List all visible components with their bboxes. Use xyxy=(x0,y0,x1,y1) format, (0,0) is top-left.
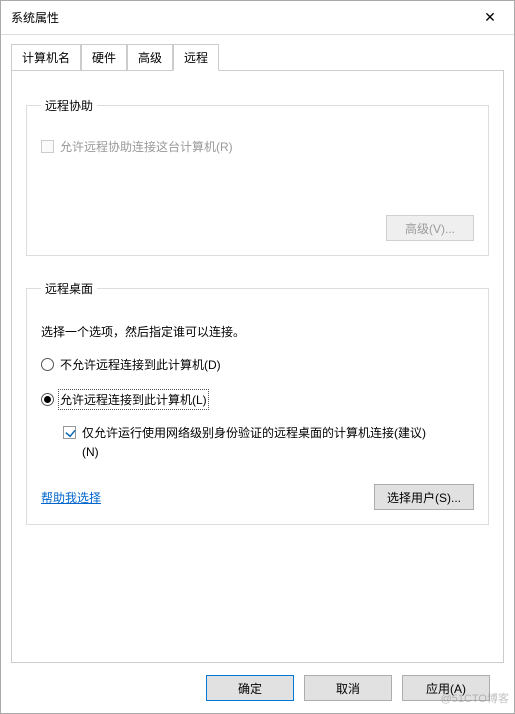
remote-desktop-instruction: 选择一个选项，然后指定谁可以连接。 xyxy=(41,323,474,340)
checkbox-allow-remote-assist-label: 允许远程协助连接这台计算机(R) xyxy=(60,138,233,155)
tab-hardware[interactable]: 硬件 xyxy=(81,44,127,71)
checkbox-icon xyxy=(41,140,54,153)
checkbox-nla[interactable]: 仅允许运行使用网络级别身份验证的远程桌面的计算机连接(建议) (N) xyxy=(63,424,474,462)
link-help-choose[interactable]: 帮助我选择 xyxy=(41,489,101,506)
radio-icon xyxy=(41,358,54,371)
radio-icon xyxy=(41,393,54,406)
group-remote-desktop-legend: 远程桌面 xyxy=(41,280,97,297)
button-cancel[interactable]: 取消 xyxy=(304,675,392,701)
system-properties-window: 系统属性 ✕ 计算机名 硬件 高级 远程 远程协助 允许远程协助连接这台计算机(… xyxy=(0,0,515,714)
client-area: 计算机名 硬件 高级 远程 远程协助 允许远程协助连接这台计算机(R) 高级(V… xyxy=(1,35,514,713)
button-select-users[interactable]: 选择用户(S)... xyxy=(374,484,474,510)
button-apply[interactable]: 应用(A) xyxy=(402,675,490,701)
radio-allow-remote[interactable]: 允许远程连接到此计算机(L) xyxy=(41,391,474,408)
group-remote-assist: 远程协助 允许远程协助连接这台计算机(R) 高级(V)... xyxy=(26,97,489,256)
close-button[interactable]: ✕ xyxy=(468,3,512,33)
checkbox-nla-label: 仅允许运行使用网络级别身份验证的远程桌面的计算机连接(建议) (N) xyxy=(82,424,426,462)
group-remote-desktop: 远程桌面 选择一个选项，然后指定谁可以连接。 不允许远程连接到此计算机(D) 允… xyxy=(26,280,489,525)
button-remote-assist-advanced: 高级(V)... xyxy=(386,215,474,241)
tab-panel-remote: 远程协助 允许远程协助连接这台计算机(R) 高级(V)... 远程桌面 选择一个… xyxy=(11,70,504,663)
titlebar: 系统属性 ✕ xyxy=(1,1,514,35)
checkbox-icon xyxy=(63,426,76,439)
tab-strip: 计算机名 硬件 高级 远程 xyxy=(11,43,504,70)
footer-buttons: 确定 取消 应用(A) xyxy=(11,663,504,713)
radio-disallow-remote[interactable]: 不允许远程连接到此计算机(D) xyxy=(41,356,474,373)
close-icon: ✕ xyxy=(484,9,496,26)
radio-allow-remote-label: 允许远程连接到此计算机(L) xyxy=(60,391,207,408)
tab-remote[interactable]: 远程 xyxy=(173,44,219,71)
group-remote-assist-legend: 远程协助 xyxy=(41,97,97,114)
radio-disallow-remote-label: 不允许远程连接到此计算机(D) xyxy=(60,356,221,373)
tab-computer-name[interactable]: 计算机名 xyxy=(11,44,81,71)
window-title: 系统属性 xyxy=(11,9,59,26)
tab-advanced[interactable]: 高级 xyxy=(127,44,173,71)
checkbox-allow-remote-assist: 允许远程协助连接这台计算机(R) xyxy=(41,138,474,155)
button-ok[interactable]: 确定 xyxy=(206,675,294,701)
